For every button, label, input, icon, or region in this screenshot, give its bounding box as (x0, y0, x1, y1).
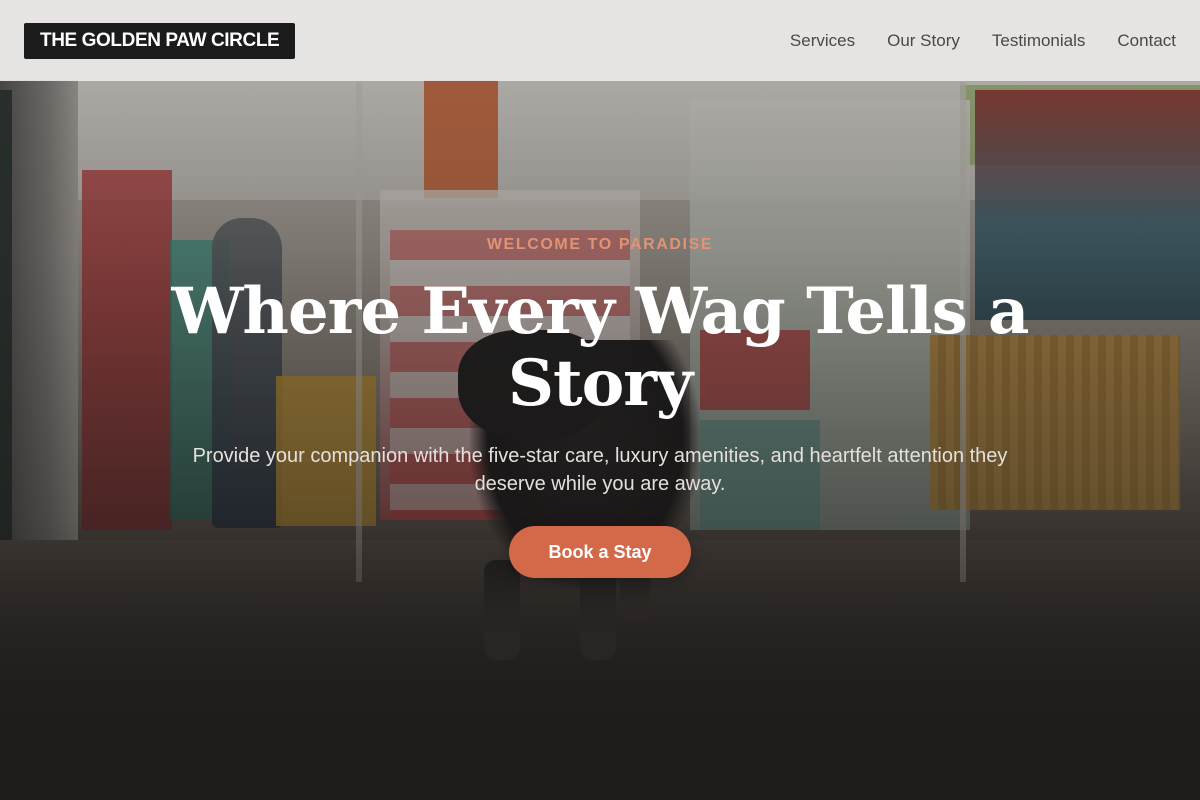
hero-eyebrow: WELCOME TO PARADISE (486, 236, 714, 253)
hero-headline: Where Every Wag Tells a Story (171, 274, 1030, 421)
nav-link-our-story[interactable]: Our Story (887, 31, 960, 51)
nav-link-testimonials[interactable]: Testimonials (992, 31, 1086, 51)
book-a-stay-button[interactable]: Book a Stay (509, 526, 691, 578)
nav-link-services[interactable]: Services (790, 31, 855, 51)
brand-logo[interactable]: THE GOLDEN PAW CIRCLE (24, 22, 296, 59)
top-navbar: THE GOLDEN PAW CIRCLE Services Our Story… (0, 0, 1200, 81)
nav-links: Services Our Story Testimonials Contact (790, 31, 1176, 51)
hero-content: WELCOME TO PARADISE Where Every Wag Tell… (0, 0, 1200, 800)
nav-link-contact[interactable]: Contact (1117, 31, 1176, 51)
hero-subtext: Provide your companion with the five-sta… (192, 445, 1008, 495)
